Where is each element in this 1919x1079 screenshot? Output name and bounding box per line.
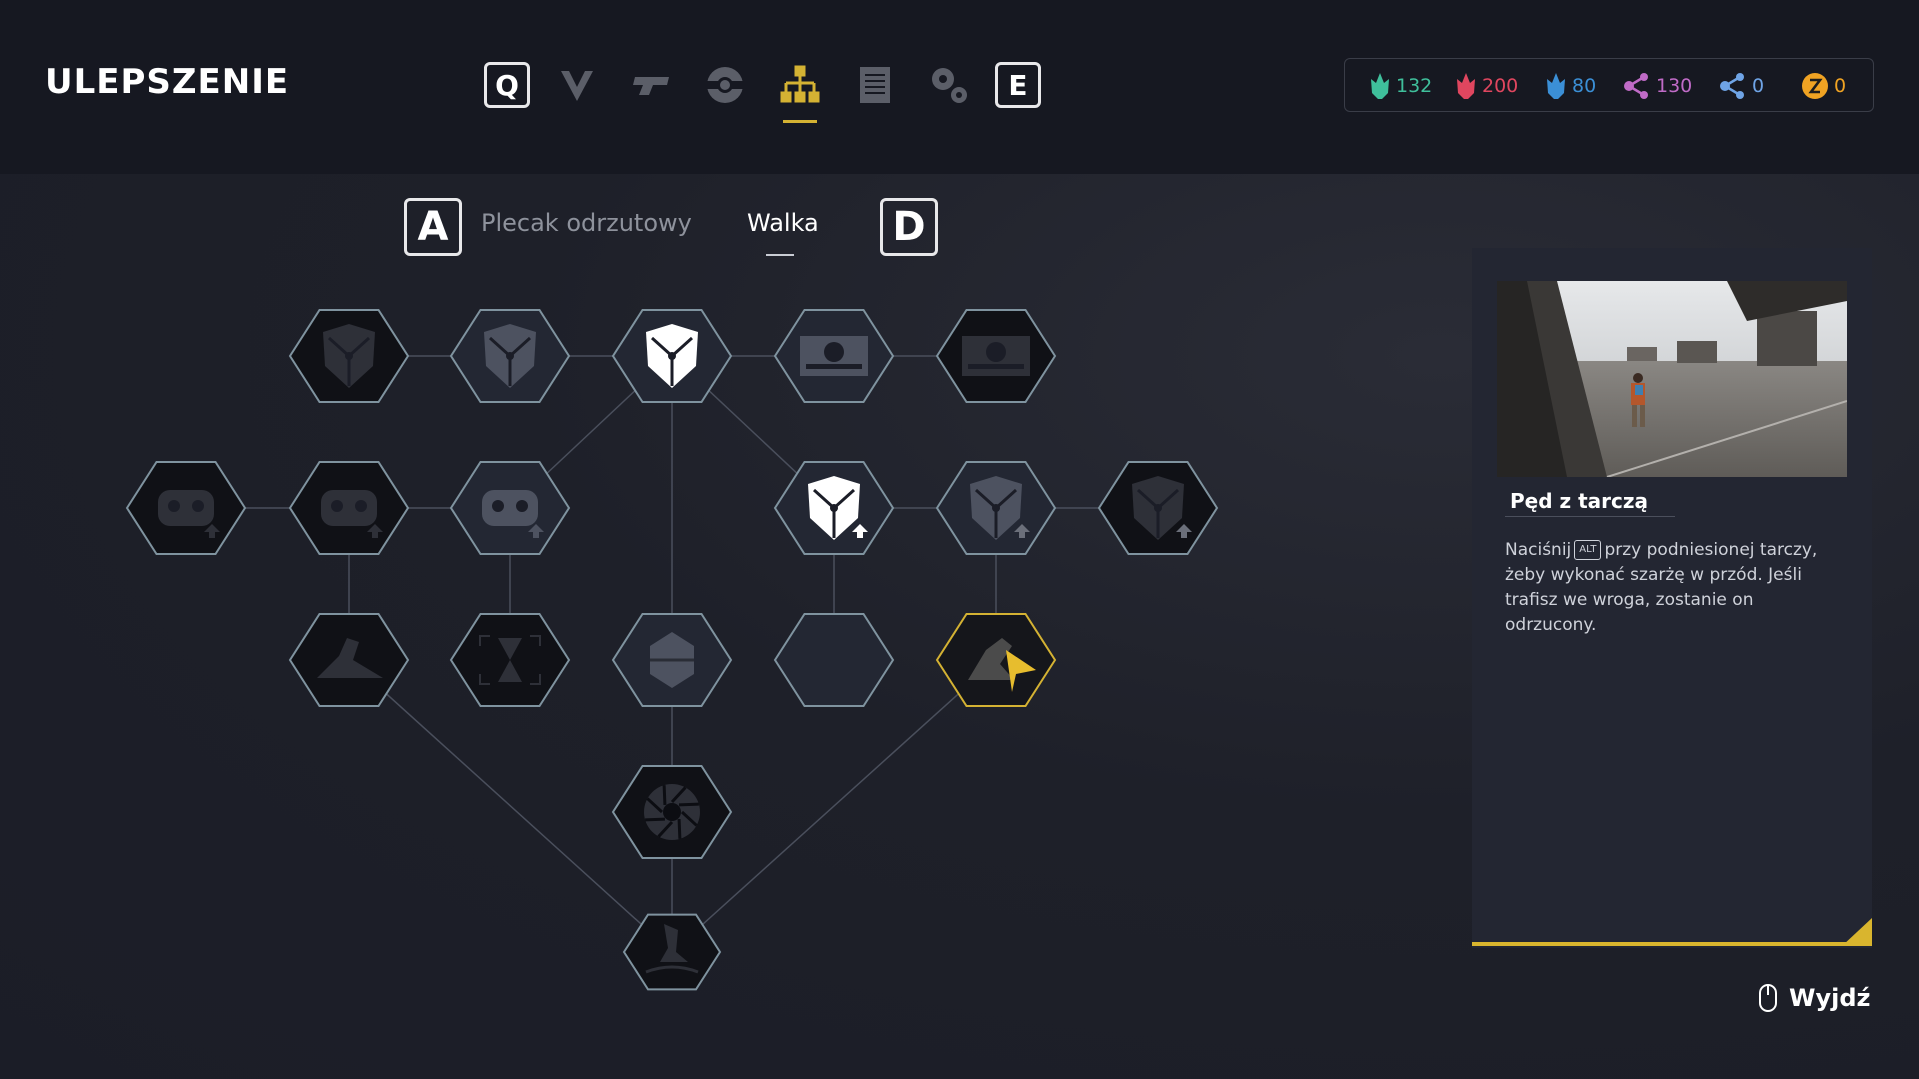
- saw-blade-icon: [644, 784, 700, 840]
- skill-node-hourglass[interactable]: [449, 613, 571, 707]
- desc-text-before: Naciśnij: [1505, 540, 1572, 560]
- skill-description: Naciśnij ALT przy podniesionej tarczy, żeb…: [1505, 538, 1845, 638]
- skill-node-ground-pound[interactable]: [622, 913, 722, 991]
- skill-node-shield-upgrade[interactable]: [773, 461, 895, 555]
- skill-node-shield-upgrade[interactable]: [935, 461, 1057, 555]
- skill-node-armor-upgrade[interactable]: [288, 461, 410, 555]
- skill-node-honeycomb-shield[interactable]: [773, 613, 895, 707]
- skill-node-shield-upgrade[interactable]: [1097, 461, 1219, 555]
- progress-corner: [1842, 918, 1872, 946]
- skill-node-slide[interactable]: [288, 613, 410, 707]
- skill-node-armor-upgrade[interactable]: [449, 461, 571, 555]
- exit-button[interactable]: Wyjdź: [1757, 983, 1871, 1013]
- progress-bar: [1472, 942, 1866, 946]
- alt-key: ALT: [1574, 540, 1602, 560]
- skill-node-mine-blast[interactable]: [935, 309, 1057, 403]
- skill-node-shield-fragments[interactable]: [288, 309, 410, 403]
- skill-node-mine[interactable]: [773, 309, 895, 403]
- skill-node-armor-upgrade[interactable]: [125, 461, 247, 555]
- skill-name: Pęd z tarczą: [1510, 489, 1649, 513]
- skill-preview-image: [1497, 281, 1847, 477]
- exit-label: Wyjdź: [1789, 984, 1871, 1012]
- skill-node-shield-dash[interactable]: [935, 613, 1057, 707]
- mouse-icon: [1759, 984, 1777, 1012]
- skill-node-grenade[interactable]: [611, 613, 733, 707]
- mine-icon: [800, 336, 868, 376]
- skill-node-shield-fragments-upgrade[interactable]: [449, 309, 571, 403]
- skill-node-saw-blade[interactable]: [611, 765, 733, 859]
- skill-name-underline: [1505, 516, 1675, 517]
- mine-blast-icon: [962, 336, 1030, 376]
- skill-node-shield[interactable]: [611, 309, 733, 403]
